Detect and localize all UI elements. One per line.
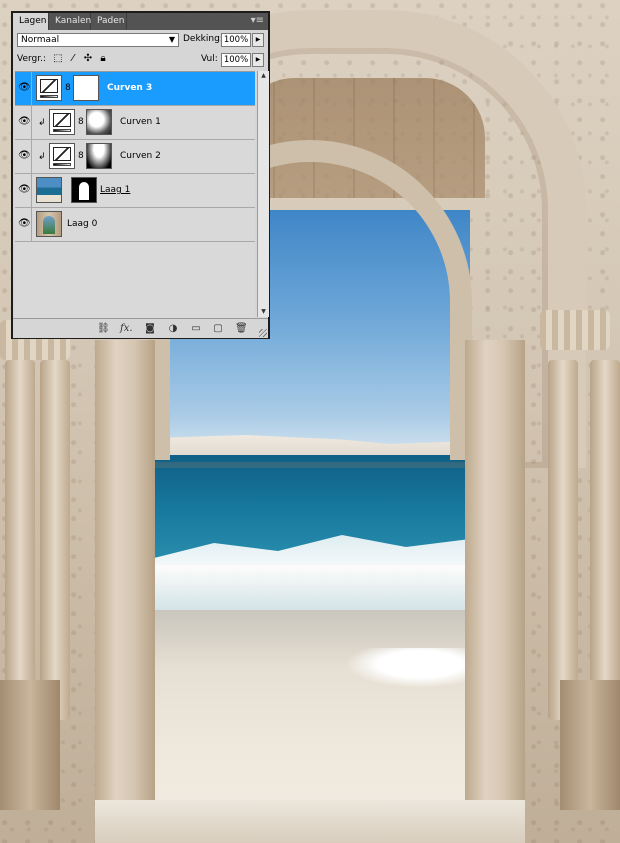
chain-link-icon[interactable]: 8 — [78, 151, 84, 161]
layer-mask-thumbnail[interactable] — [86, 109, 112, 135]
layer-name[interactable]: Laag 0 — [67, 219, 97, 229]
eye-icon: 👁︎ — [18, 82, 31, 93]
fill-field[interactable]: 100% — [221, 53, 251, 67]
new-group-icon[interactable]: ▭ — [190, 323, 202, 334]
resize-grip[interactable] — [259, 329, 267, 337]
column-base — [0, 680, 60, 810]
lock-transparent-icon[interactable]: ⬚ — [53, 54, 63, 64]
curves-adjustment-thumbnail[interactable] — [49, 143, 75, 169]
tab-kanalen[interactable]: Kanalen — [49, 13, 91, 30]
left-pillar — [95, 340, 155, 843]
capital — [540, 310, 610, 350]
layer-name[interactable]: Curven 2 — [120, 151, 161, 161]
column-base — [560, 680, 620, 810]
layer-row[interactable]: 👁︎ 8 Curven 3 — [15, 72, 255, 106]
column — [548, 360, 578, 720]
layer-name[interactable]: Laag 1 — [100, 185, 130, 195]
tab-paden[interactable]: Paden — [91, 13, 127, 30]
adjustment-layer-icon[interactable]: ◑ — [167, 323, 179, 334]
lock-move-icon[interactable]: ✣ — [83, 54, 93, 64]
visibility-toggle[interactable]: 👁︎ — [15, 106, 32, 139]
layer-mask-thumbnail[interactable] — [86, 143, 112, 169]
blend-row: Normaal ▼ Dekking: 100% ▶ — [13, 31, 268, 49]
lock-row: Vergr.: ⬚ ⁄ ✣ 🔒︎ Vul: 100% ▶ — [13, 51, 268, 69]
chain-link-icon[interactable]: 8 — [65, 83, 71, 93]
layer-name[interactable]: Curven 1 — [120, 117, 161, 127]
column — [590, 360, 620, 720]
new-layer-icon[interactable]: ▢ — [212, 323, 224, 334]
blend-mode-select[interactable]: Normaal ▼ — [17, 33, 179, 47]
visibility-toggle[interactable]: 👁︎ — [15, 174, 32, 207]
layer-row[interactable]: 👁︎ ↲ 8 Curven 2 — [15, 140, 255, 174]
lock-label: Vergr.: — [17, 54, 47, 64]
fx-icon[interactable]: fx. — [120, 323, 133, 334]
lock-brush-icon[interactable]: ⁄ — [68, 54, 78, 64]
layers-list: 👁︎ 8 Curven 3 👁︎ ↲ 8 Curven 1 👁︎ ↲ 8 Cur… — [15, 71, 255, 318]
chain-link-icon[interactable]: 8 — [78, 117, 84, 127]
opacity-label: Dekking: — [183, 34, 223, 44]
link-layers-icon[interactable]: ⛓︎ — [97, 323, 110, 334]
layer-thumbnail[interactable] — [36, 177, 62, 203]
opacity-slider-button[interactable]: ▶ — [252, 33, 264, 47]
wave — [150, 535, 470, 615]
layer-mask-thumbnail[interactable] — [71, 177, 97, 203]
column — [40, 360, 70, 720]
clipping-arrow-icon: ↲ — [38, 152, 46, 162]
right-pillar — [465, 340, 525, 843]
clipping-arrow-icon: ↲ — [38, 118, 46, 128]
panel-menu-icon[interactable]: ▾≡ — [251, 15, 264, 27]
scroll-up-icon[interactable]: ▲ — [258, 71, 269, 81]
curves-adjustment-thumbnail[interactable] — [49, 109, 75, 135]
layer-row[interactable]: 👁︎ Laag 1 — [15, 174, 255, 208]
layer-row[interactable]: 👁︎ ↲ 8 Curven 1 — [15, 106, 255, 140]
foam — [345, 648, 470, 688]
eye-icon: 👁︎ — [18, 116, 31, 127]
floor — [95, 800, 525, 843]
column — [5, 360, 35, 720]
curves-adjustment-thumbnail[interactable] — [36, 75, 62, 101]
add-mask-icon[interactable]: ◙ — [144, 323, 156, 334]
panel-footer: ⛓︎ fx. ◙ ◑ ▭ ▢ 🗑︎ — [13, 318, 268, 338]
opacity-field[interactable]: 100% — [221, 33, 251, 47]
layers-panel: Lagen Kanalen Paden ▾≡ Normaal ▼ Dekking… — [11, 11, 270, 339]
blend-mode-value: Normaal — [21, 35, 60, 45]
eye-icon: 👁︎ — [18, 150, 31, 161]
eye-icon: 👁︎ — [18, 218, 31, 229]
scroll-down-icon[interactable]: ▼ — [258, 307, 269, 317]
eye-icon: 👁︎ — [18, 184, 31, 195]
visibility-toggle[interactable]: 👁︎ — [15, 140, 32, 173]
fill-label: Vul: — [201, 54, 218, 64]
layers-scrollbar[interactable]: ▲ ▼ — [257, 71, 269, 317]
layer-mask-thumbnail[interactable] — [73, 75, 99, 101]
lock-all-icon[interactable]: 🔒︎ — [98, 54, 108, 64]
panel-tab-bar: Lagen Kanalen Paden ▾≡ — [13, 13, 268, 30]
layer-name[interactable]: Curven 3 — [107, 83, 152, 93]
fill-slider-button[interactable]: ▶ — [252, 53, 264, 67]
chevron-down-icon: ▼ — [168, 35, 175, 44]
layer-row[interactable]: 👁︎ Laag 0 — [15, 208, 255, 242]
visibility-toggle[interactable]: 👁︎ — [15, 72, 32, 105]
layer-thumbnail[interactable] — [36, 211, 62, 237]
delete-layer-icon[interactable]: 🗑︎ — [235, 323, 248, 334]
visibility-toggle[interactable]: 👁︎ — [15, 208, 32, 241]
tab-lagen[interactable]: Lagen — [13, 13, 49, 30]
